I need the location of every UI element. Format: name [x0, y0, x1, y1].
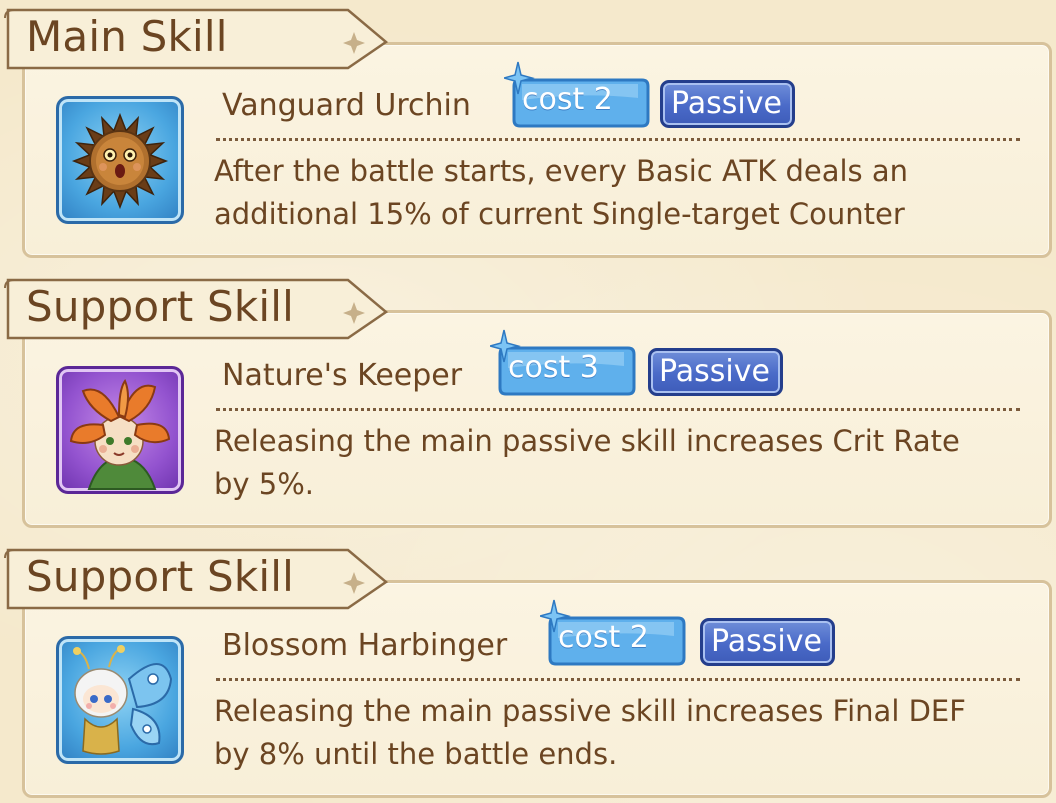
cost-badge: cost 2 [504, 60, 650, 128]
skill-name: Vanguard Urchin [222, 88, 471, 123]
skill-description: Releasing the main passive skill increas… [214, 424, 960, 501]
passive-label: Passive [671, 86, 782, 121]
cost-label: cost 2 [522, 82, 613, 117]
section-title: Support Skill [26, 282, 294, 331]
cost-label: cost 2 [558, 620, 649, 655]
section-title: Support Skill [26, 552, 294, 601]
skill-name: Blossom Harbinger [222, 628, 508, 663]
dotted-divider [216, 138, 1020, 141]
dotted-divider [216, 408, 1020, 411]
cost-badge: cost 2 [540, 598, 686, 666]
dotted-divider [216, 678, 1020, 681]
urchin-icon[interactable] [56, 96, 184, 224]
passive-badge: Passive [700, 618, 835, 666]
butterfly-fairy-icon[interactable] [56, 636, 184, 764]
skill-description: After the battle starts, every Basic ATK… [214, 154, 909, 231]
section-header-tab: Main Skill [2, 6, 394, 70]
cost-badge: cost 3 [490, 328, 636, 396]
section-title: Main Skill [26, 12, 228, 61]
passive-label: Passive [659, 354, 770, 389]
cost-label: cost 3 [508, 350, 599, 385]
section-header-tab: Support Skill [2, 276, 394, 340]
skill-description: Releasing the main passive skill increas… [214, 694, 966, 771]
section-header-tab: Support Skill [2, 546, 394, 610]
passive-label: Passive [711, 624, 822, 659]
skill-name: Nature's Keeper [222, 358, 463, 393]
passive-badge: Passive [660, 80, 795, 128]
flower-keeper-icon[interactable] [56, 366, 184, 494]
passive-badge: Passive [648, 348, 783, 396]
